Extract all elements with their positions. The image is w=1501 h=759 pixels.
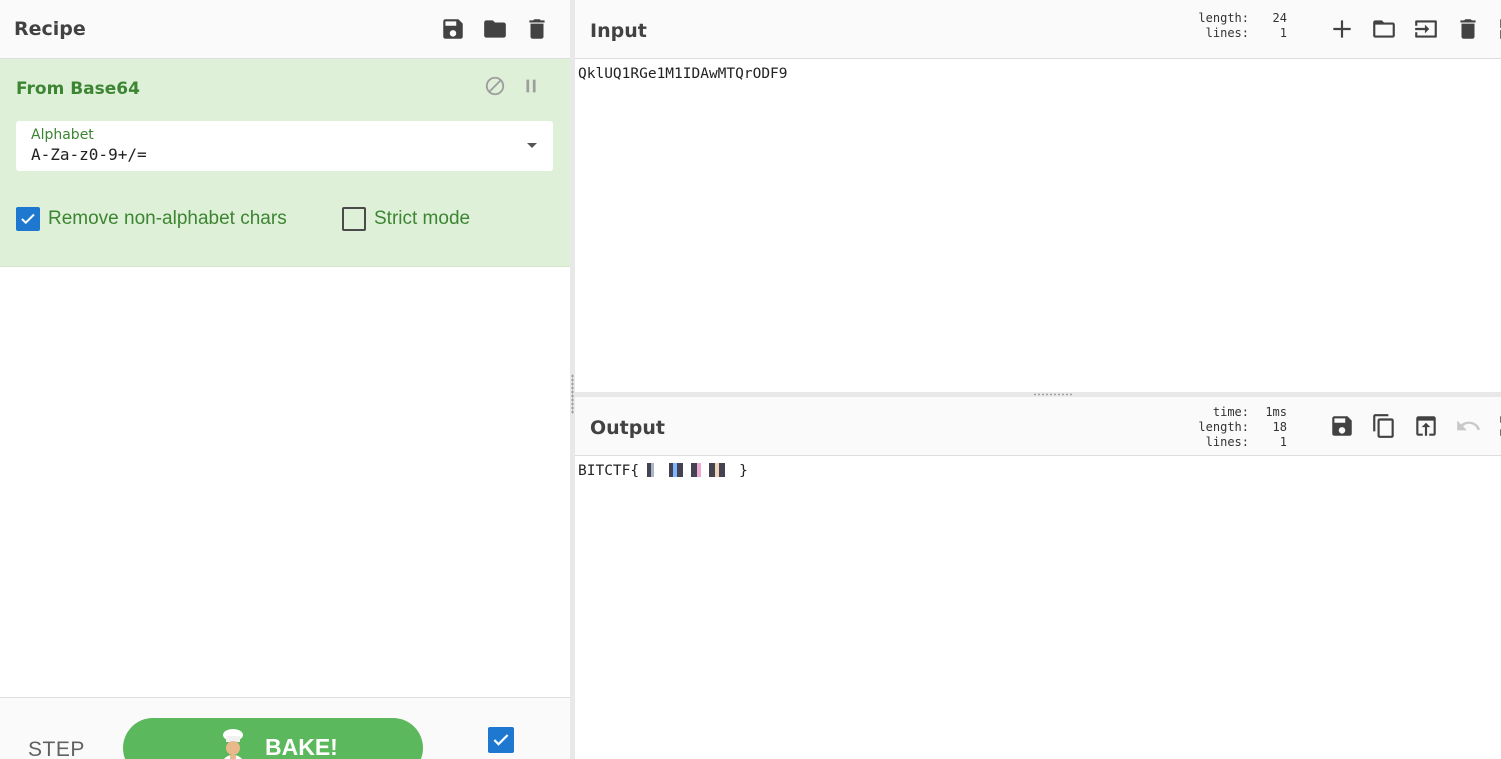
trash-icon	[529, 19, 545, 39]
add-input-tab-button[interactable]	[1327, 14, 1357, 44]
step-button[interactable]: STEP	[28, 738, 85, 759]
stat-value: 24	[1272, 11, 1287, 25]
alphabet-value: A-Za-z0-9+/=	[31, 145, 147, 164]
import-icon	[1415, 20, 1437, 38]
input-header: Input length: 24 lines: 1	[575, 0, 1501, 59]
operation-title: From Base64	[16, 79, 140, 99]
layout-icon	[1500, 19, 1501, 39]
stat-key: lines:	[1205, 435, 1249, 449]
clear-recipe-button[interactable]	[522, 14, 552, 44]
input-stats: length: 24 lines: 1	[1198, 11, 1287, 41]
stat-key: length:	[1198, 11, 1249, 25]
recipe-header-icons	[426, 14, 552, 44]
folder-icon	[1373, 20, 1395, 38]
remove-non-alphabet-checkbox[interactable]	[16, 207, 40, 231]
strict-mode-checkbox[interactable]	[342, 207, 366, 231]
output-stats: time: 1ms length: 18 lines: 1	[1198, 405, 1287, 450]
replace-input-icon	[1416, 416, 1436, 436]
grip-dots	[571, 374, 574, 414]
stat-value: 18	[1272, 420, 1287, 434]
recipe-title: Recipe	[14, 18, 86, 40]
save-recipe-button[interactable]	[438, 14, 468, 44]
stat-value: 1	[1279, 26, 1287, 40]
output-toolbar	[1315, 411, 1501, 441]
copy-icon	[1373, 414, 1394, 438]
trash-icon	[1460, 19, 1476, 39]
output-time-stat: time: 1ms	[1198, 405, 1287, 420]
bake-label: BAKE!	[265, 734, 338, 759]
chef-icon	[223, 729, 243, 759]
dropdown-caret-icon[interactable]	[527, 143, 537, 148]
save-icon	[1332, 416, 1352, 436]
maximize-output-button[interactable]	[1495, 411, 1501, 441]
input-toolbar	[1315, 14, 1501, 44]
input-lines-stat: lines: 1	[1198, 26, 1287, 41]
clear-input-button[interactable]	[1453, 14, 1483, 44]
undo-button[interactable]	[1453, 411, 1483, 441]
cyberchef-app: Recipe From Base64 Alphabet A-Za-z0-9+/=…	[0, 0, 1501, 759]
stat-value: 1ms	[1265, 405, 1287, 419]
input-textarea[interactable]: QklUQ1RGe1M1IDAwMTQrODF9	[578, 66, 788, 82]
input-length-stat: length: 24	[1198, 11, 1287, 26]
reset-layout-button[interactable]	[1495, 14, 1501, 44]
disable-operation-button[interactable]	[484, 75, 506, 97]
save-icon	[443, 19, 463, 39]
output-length-stat: length: 18	[1198, 420, 1287, 435]
stat-key: lines:	[1205, 26, 1249, 40]
output-title: Output	[590, 417, 665, 439]
open-file-button[interactable]	[1369, 14, 1399, 44]
output-pane: Output time: 1ms length: 18 lines: 1 BIT…	[575, 397, 1501, 759]
remove-non-alphabet-label: Remove non-alphabet chars	[48, 208, 287, 229]
stat-key: length:	[1198, 420, 1249, 434]
save-output-button[interactable]	[1327, 411, 1357, 441]
open-folder-button[interactable]	[1411, 14, 1441, 44]
output-suffix: }	[739, 463, 748, 479]
copy-output-button[interactable]	[1369, 411, 1399, 441]
alphabet-label: Alphabet	[31, 127, 94, 143]
output-text[interactable]: BITCTF{}	[578, 463, 748, 479]
redacted-flag	[639, 463, 740, 477]
replace-input-button[interactable]	[1411, 411, 1441, 441]
stat-key: time:	[1212, 405, 1249, 419]
auto-bake-checkbox[interactable]	[488, 727, 514, 753]
grip-dots	[1033, 393, 1073, 396]
strict-mode-label: Strict mode	[374, 208, 471, 229]
output-header: Output time: 1ms length: 18 lines: 1	[575, 397, 1501, 456]
recipe-controls: STEP BAKE!	[0, 697, 570, 759]
output-prefix: BITCTF{	[578, 463, 640, 479]
load-recipe-button[interactable]	[480, 14, 510, 44]
input-title: Input	[590, 20, 647, 42]
pause-icon	[526, 79, 536, 93]
operation-from-base64[interactable]: From Base64 Alphabet A-Za-z0-9+/= Remove…	[0, 59, 570, 267]
disable-icon	[485, 76, 505, 96]
remove-non-alphabet-option[interactable]: Remove non-alphabet chars	[16, 207, 287, 231]
bake-button[interactable]: BAKE!	[123, 718, 423, 759]
strict-mode-option[interactable]: Strict mode	[342, 207, 470, 231]
plus-icon	[1333, 20, 1351, 38]
alphabet-select[interactable]: Alphabet A-Za-z0-9+/=	[16, 121, 553, 171]
operation-controls	[470, 75, 542, 97]
undo-icon	[1457, 420, 1481, 431]
output-lines-stat: lines: 1	[1198, 435, 1287, 450]
recipe-pane: Recipe From Base64 Alphabet A-Za-z0-9+/=…	[0, 0, 570, 759]
maximize-icon	[1500, 416, 1501, 436]
stat-value: 1	[1279, 435, 1287, 449]
breakpoint-button[interactable]	[520, 75, 542, 97]
recipe-header: Recipe	[0, 0, 570, 59]
checkmark-icon	[493, 734, 509, 746]
input-pane: Input length: 24 lines: 1 QklUQ1RGe1M1ID…	[575, 0, 1501, 392]
folder-icon	[484, 20, 506, 38]
checkmark-icon	[21, 213, 35, 225]
